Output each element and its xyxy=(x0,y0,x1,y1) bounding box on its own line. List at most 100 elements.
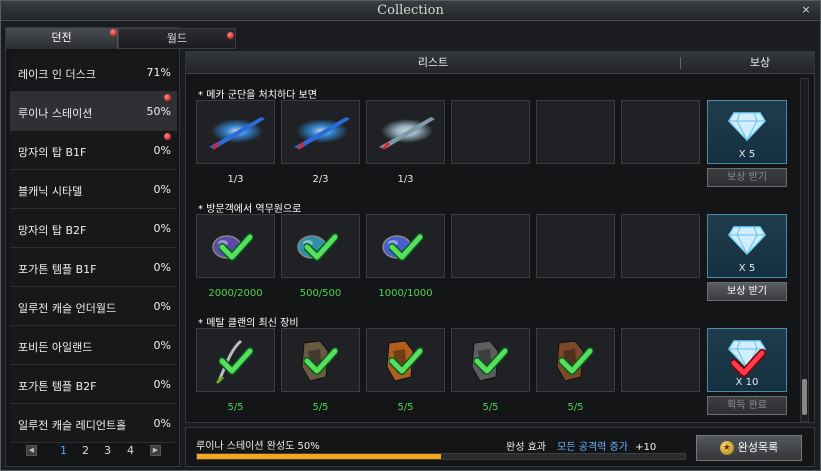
dungeon-name: 망자의 탑 B2F xyxy=(18,224,87,237)
alert-dot-icon xyxy=(164,94,171,101)
dungeon-name: 블캐닉 시타델 xyxy=(18,185,83,198)
scroll-thumb[interactable] xyxy=(802,379,807,415)
dungeon-list-item[interactable]: 포가튼 템플 B1F 0% xyxy=(10,248,177,287)
dungeon-list-item[interactable]: 망자의 탑 B1F 0% xyxy=(10,131,177,170)
dungeon-list-item[interactable]: 블캐닉 시타델 0% xyxy=(10,170,177,209)
dungeon-percent: 0% xyxy=(153,261,171,274)
dungeon-name: 일루전 캐슬 언더월드 xyxy=(18,302,117,315)
completion-fill xyxy=(197,454,441,459)
reward-column-title: 보상 xyxy=(749,56,771,69)
claim-reward-button[interactable]: 획득 완료 xyxy=(707,396,787,415)
page-1[interactable]: 1 xyxy=(60,444,67,457)
item-count: 5/5 xyxy=(482,402,499,413)
dungeon-percent: 71% xyxy=(146,66,171,79)
section-title: * 메탈 클랜의 최신 장비 xyxy=(198,318,299,329)
collection-list-panel: 리스트 보상 * 메카 군단을 처치하다 보면 1/3 2/3 1/3 X 5 보상 받기… xyxy=(185,51,815,423)
item-count: 5/5 xyxy=(227,402,244,413)
dungeon-list-item[interactable]: 일루전 캐슬 레디언트홀 0% xyxy=(10,404,177,443)
item-slot[interactable] xyxy=(451,328,530,392)
page-4[interactable]: 4 xyxy=(127,444,134,457)
item-slot[interactable] xyxy=(196,214,275,278)
dungeon-name: 포가튼 템플 B2F xyxy=(18,380,97,393)
blue-sword-icon xyxy=(205,109,269,156)
item-count: 5/5 xyxy=(567,402,584,413)
effect-label: 완성 효과 xyxy=(506,442,546,453)
item-count: 1/3 xyxy=(397,174,414,185)
item-slot[interactable] xyxy=(281,100,360,164)
dungeon-percent: 0% xyxy=(153,300,171,313)
item-slot[interactable] xyxy=(196,100,275,164)
item-slot[interactable] xyxy=(196,328,275,392)
dungeon-list-item[interactable]: 레이크 인 더스크 71% xyxy=(10,53,177,92)
complete-list-label: 완성목록 xyxy=(737,441,779,454)
dungeon-list-item[interactable]: 포가튼 템플 B2F 0% xyxy=(10,365,177,404)
item-count: 2000/2000 xyxy=(208,288,263,299)
list-header: 리스트 보상 xyxy=(186,52,814,74)
dungeon-name: 일루전 캐슬 레디언트홀 xyxy=(18,419,127,432)
item-count: 1/3 xyxy=(227,174,244,185)
prev-page-button[interactable]: ◀ xyxy=(26,445,37,456)
dungeon-list: 레이크 인 더스크 71% 루이나 스테이션 50% 망자의 탑 B1F 0% 블캐닉 시타… xyxy=(10,53,177,443)
reward-slot[interactable]: X 5 xyxy=(707,100,787,164)
page-3[interactable]: 3 xyxy=(104,444,111,457)
dungeon-list-item[interactable]: 포비든 아일랜드 0% xyxy=(10,326,177,365)
effect-amount: +10 xyxy=(635,442,657,453)
reward-slot[interactable]: X 5 xyxy=(707,214,787,278)
dungeon-name: 포비든 아일랜드 xyxy=(18,341,93,354)
reward-slot[interactable]: X 10 xyxy=(707,328,787,392)
header-divider xyxy=(680,57,681,69)
reward-quantity: X 10 xyxy=(735,377,759,388)
dungeon-name: 루이나 스테이션 xyxy=(18,107,93,120)
item-slot[interactable] xyxy=(536,100,615,164)
item-slot[interactable] xyxy=(536,214,615,278)
dungeon-list-item[interactable]: 일루전 캐슬 언더월드 0% xyxy=(10,287,177,326)
item-slot[interactable] xyxy=(281,328,360,392)
dungeon-list-item[interactable]: 루이나 스테이션 50% xyxy=(10,92,177,131)
item-count: 1000/1000 xyxy=(378,288,433,299)
tab-dungeon[interactable]: 던전 xyxy=(6,28,118,49)
completion-effect: 완성 효과 모든 공격력 증가 +10 xyxy=(506,438,656,453)
item-count: 2/3 xyxy=(312,174,329,185)
dungeon-percent: 0% xyxy=(153,378,171,391)
title-bar[interactable]: Collection × xyxy=(1,1,820,21)
dungeon-percent: 50% xyxy=(146,105,171,118)
item-slot[interactable] xyxy=(366,214,445,278)
tab-label: 던전 xyxy=(51,31,72,44)
item-slot[interactable] xyxy=(451,100,530,164)
reward-quantity: X 5 xyxy=(738,149,756,160)
complete-list-button[interactable]: ★ 완성목록 xyxy=(696,435,802,461)
next-page-button[interactable]: ▶ xyxy=(150,445,161,456)
item-slot[interactable] xyxy=(621,328,700,392)
dungeon-percent: 0% xyxy=(153,222,171,235)
blue-sword-icon xyxy=(290,109,354,156)
dungeon-panel: 던전 월드 레이크 인 더스크 71% 루이나 스테이션 50% 망자의 탑 B1F 0%… xyxy=(5,27,236,467)
silver-sword-icon xyxy=(375,109,439,156)
item-slot[interactable] xyxy=(621,100,700,164)
collection-section: * 메탈 클랜의 최신 장비 5/5 5/5 5/5 5/5 5/5 X 10 획득 완료 xyxy=(186,314,798,424)
reward-quantity: X 5 xyxy=(738,263,756,274)
item-slot[interactable] xyxy=(366,100,445,164)
dungeon-name: 포가튼 템플 B1F xyxy=(18,263,97,276)
tab-label: 월드 xyxy=(166,32,188,45)
item-count: 5/5 xyxy=(397,402,414,413)
progress-bar-area: 루이나 스테이션 완성도 50% 완성 효과 모든 공격력 증가 +10 ★ 완성… xyxy=(185,427,815,467)
close-icon[interactable]: × xyxy=(800,4,812,16)
effect-value: 모든 공격력 증가 xyxy=(557,442,628,453)
dungeon-percent: 0% xyxy=(153,144,171,157)
window-title: Collection xyxy=(377,3,444,18)
item-count: 5/5 xyxy=(312,402,329,413)
star-icon: ★ xyxy=(719,441,734,455)
claim-reward-button[interactable]: 보상 받기 xyxy=(707,282,787,301)
section-title: * 방문객에서 역무원으로 xyxy=(198,204,302,215)
scrollbar[interactable] xyxy=(800,78,809,422)
item-slot[interactable] xyxy=(281,214,360,278)
tab-world[interactable]: 월드 xyxy=(118,28,236,49)
item-slot[interactable] xyxy=(451,214,530,278)
dungeon-list-item[interactable]: 망자의 탑 B2F 0% xyxy=(10,209,177,248)
collection-section: * 방문객에서 역무원으로 2000/2000 500/500 1000/1000 X … xyxy=(186,200,798,310)
item-slot[interactable] xyxy=(366,328,445,392)
claim-reward-button[interactable]: 보상 받기 xyxy=(707,168,787,187)
item-slot[interactable] xyxy=(536,328,615,392)
item-slot[interactable] xyxy=(621,214,700,278)
page-2[interactable]: 2 xyxy=(82,444,89,457)
